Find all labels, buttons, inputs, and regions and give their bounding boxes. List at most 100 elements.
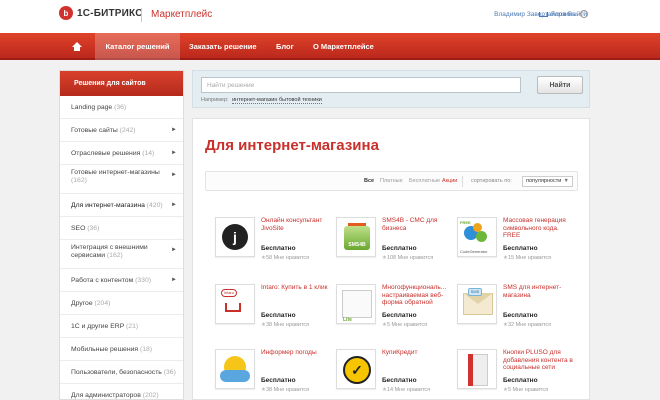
product-card[interactable]: Информер погоды Бесплатно ★38 Мне нравит…	[215, 349, 335, 400]
product-name[interactable]: Информер погоды	[261, 349, 335, 357]
likes-text: Мне нравится	[512, 387, 549, 393]
likes-text: Мне нравится	[273, 387, 310, 393]
sms-envelope-icon[interactable]: SMS4B	[336, 217, 376, 257]
chevron-down-icon: ▼	[563, 178, 569, 184]
sidebar-item-erp[interactable]: 1С и другие ERP (21)	[60, 315, 183, 338]
product-name[interactable]: Кнопки PLUSO для добавления контента в с…	[503, 349, 577, 372]
sidebar-item-industry[interactable]: Отраслевые решения (14) ►	[60, 142, 183, 165]
sidebar-item-label: Отраслевые решения	[71, 150, 141, 157]
product-card[interactable]: Lite Многофункциональ... настраиваемая в…	[336, 284, 456, 346]
product-name[interactable]: SMS для интернет-магазина	[503, 284, 577, 299]
check-icon[interactable]: ✓	[336, 349, 376, 389]
product-name[interactable]: Intaro: Купить в 1 клик	[261, 284, 335, 292]
product-card[interactable]: Кнопки PLUSO для добавления контента в с…	[457, 349, 577, 400]
search-input[interactable]	[201, 77, 521, 93]
product-price: Бесплатно	[382, 312, 417, 319]
search-button[interactable]: Найти	[537, 76, 583, 94]
sidebar-item-other[interactable]: Другое (204)	[60, 292, 183, 315]
likes-count: 38	[265, 322, 273, 328]
product-name[interactable]: КупиКредит	[382, 349, 456, 357]
likes-text: Мне нравится	[397, 255, 434, 261]
gear-shape	[476, 231, 487, 242]
filter-sale[interactable]: Акции	[442, 178, 457, 184]
likes-count: 15	[507, 255, 515, 261]
sidebar-item-integration[interactable]: Интеграция с внешними сервисами (162) ►	[60, 240, 183, 269]
sidebar-item-count: (36)	[163, 369, 176, 376]
product-likes: ★5 Мне нравится	[503, 387, 548, 393]
box-side	[468, 354, 473, 386]
sidebar-item-security[interactable]: Пользователи, безопасность (36)	[60, 361, 183, 384]
product-card[interactable]: intaro Intaro: Купить в 1 клик Бесплатно…	[215, 284, 335, 346]
cart-link[interactable]: Корзина ?	[539, 10, 588, 18]
gears-icon[interactable]: FREE CodeGenerator	[457, 217, 497, 257]
sidebar-item-label: Готовые сайты	[71, 127, 118, 134]
product-name[interactable]: Массовая генерация символьного кода. FRE…	[503, 217, 577, 240]
likes-text: Мне нравится	[515, 322, 552, 328]
product-price: Бесплатно	[382, 245, 417, 252]
check-mark: ✓	[343, 356, 371, 384]
product-likes: ★38 Мне нравится	[261, 322, 309, 328]
help-icon[interactable]: ?	[579, 10, 588, 18]
chevron-right-icon: ►	[171, 172, 177, 178]
intaro-logo: intaro	[221, 289, 237, 297]
search-panel: Найти Например: интернет-магазин бытовой…	[192, 70, 590, 108]
likes-text: Мне нравится	[273, 255, 310, 261]
product-likes: ★108 Мне нравится	[382, 255, 433, 261]
sidebar-item-ready-sites[interactable]: Готовые сайты (242) ►	[60, 119, 183, 142]
chevron-right-icon: ►	[171, 277, 177, 283]
sidebar-item-label: Для интернет-магазина	[71, 202, 145, 209]
product-name[interactable]: SMS4B - СМС для бизнеса	[382, 217, 456, 232]
envelope-icon[interactable]: SMS	[457, 284, 497, 324]
likes-text: Мне нравится	[391, 322, 428, 328]
product-card[interactable]: SMS SMS для интернет-магазина Бесплатно …	[457, 284, 577, 346]
cart-icon[interactable]: intaro	[215, 284, 255, 324]
product-name[interactable]: Многофункциональ... настраиваемая веб-фо…	[382, 284, 456, 307]
nav-order-solution[interactable]: Заказать решение	[189, 33, 257, 60]
product-card[interactable]: ✓ КупиКредит Бесплатно ★14 Мне нравится	[336, 349, 456, 400]
chevron-right-icon: ►	[171, 202, 177, 208]
example-link[interactable]: интернет-магазин бытовой техники	[232, 97, 322, 104]
product-name[interactable]: Онлайн консультант JivoSite	[261, 217, 335, 232]
marketplace-link[interactable]: Маркетплейс	[151, 9, 212, 20]
sidebar-item-admins[interactable]: Для администраторов (202)	[60, 384, 183, 400]
likes-text: Мне нравится	[273, 322, 310, 328]
sidebar-item-for-shop[interactable]: Для интернет-магазина (420) ►	[60, 194, 183, 217]
likes-count: 58	[265, 255, 273, 261]
weather-icon[interactable]	[215, 349, 255, 389]
page-title: Для интернет-магазина	[205, 137, 379, 154]
product-card[interactable]: FREE CodeGenerator Массовая генерация сим…	[457, 217, 577, 279]
sidebar-item-landing[interactable]: Landing page (36)	[60, 96, 183, 119]
main-nav: Каталог решений Заказать решение Блог О …	[0, 33, 660, 60]
bitrix-logo[interactable]: b 1С-БИТРИКС	[59, 6, 143, 20]
nav-blog[interactable]: Блог	[276, 33, 294, 60]
sidebar-title: Решения для сайтов	[60, 71, 183, 96]
pluso-box-icon[interactable]	[457, 349, 497, 389]
filter-all[interactable]: Все	[364, 178, 374, 184]
home-icon	[72, 42, 82, 51]
likes-text: Мне нравится	[515, 255, 552, 261]
product-price: Бесплатно	[382, 377, 417, 384]
form-preview	[342, 290, 372, 318]
nav-about[interactable]: О Маркетплейсе	[313, 33, 374, 60]
filter-free[interactable]: Бесплатные	[409, 178, 440, 184]
form-icon[interactable]: Lite	[336, 284, 376, 324]
nav-catalog[interactable]: Каталог решений	[95, 33, 180, 60]
search-example: Например: интернет-магазин бытовой техни…	[201, 97, 322, 104]
sidebar-item-mobile[interactable]: Мобильные решения (18)	[60, 338, 183, 361]
bitrix-logo-icon: b	[59, 6, 73, 20]
sidebar-item-seo[interactable]: SEO (36)	[60, 217, 183, 240]
sms-bubble: SMS	[468, 288, 482, 296]
logo-divider	[141, 8, 142, 22]
home-button[interactable]	[59, 33, 95, 60]
sort-select[interactable]: популярности ▼	[522, 176, 573, 187]
product-card[interactable]: j Онлайн консультант JivoSite Бесплатно …	[215, 217, 335, 279]
sidebar-item-content[interactable]: Работа с контентом (330) ►	[60, 269, 183, 292]
filter-paid[interactable]: Платные	[380, 178, 403, 184]
sidebar-item-ready-shops[interactable]: Готовые интернет-магазины (162) ►	[60, 165, 183, 194]
product-card[interactable]: SMS4B SMS4B - СМС для бизнеса Бесплатно …	[336, 217, 456, 279]
sort-label: сортировать по:	[471, 178, 512, 184]
sidebar-item-count: (162)	[71, 177, 87, 184]
jivosite-icon[interactable]: j	[215, 217, 255, 257]
sort-value: популярности	[526, 178, 562, 184]
sidebar-item-count: (420)	[146, 202, 163, 209]
